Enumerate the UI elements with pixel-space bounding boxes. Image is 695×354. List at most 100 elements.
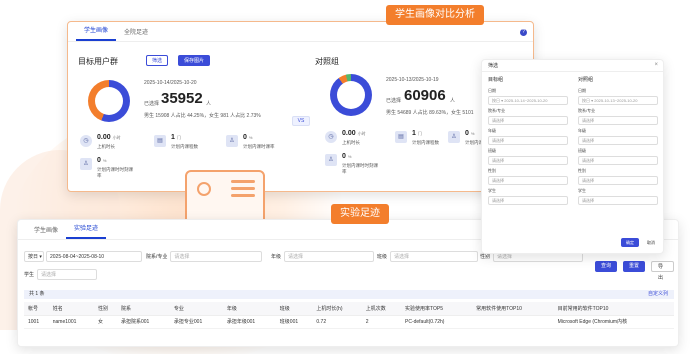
cell-common-software [472,315,554,329]
field-label: 年级 [488,128,496,133]
date-range-input[interactable]: 2025-08-04~2025-08-10 [46,251,142,262]
metric-unit: 门 [417,131,422,136]
footprint-table: 帐号 姓名 性别 院系 专业 年级 班级 上机时长(h) 上机次数 实验使用率T… [24,302,674,329]
metric-unit: % [102,158,107,163]
compare-gender-select[interactable]: 请选择 [578,176,658,185]
col-current-software[interactable]: 目前常用的软件TOP10 [553,302,674,316]
col-name[interactable]: 姓名 [48,302,94,316]
cell-account: 1001 [24,315,49,329]
table-row[interactable]: 1001 name1001 女 承担院系001 承担专业001 承担年级001 … [24,315,674,329]
class-select[interactable]: 请选择 [390,251,479,262]
metric-label: 计划内课程数 [171,144,198,149]
compare-group-title: 对照组 [315,57,339,66]
dialog-compare-title: 对照组 [578,77,594,83]
dept-select[interactable]: 请选择 [170,251,263,262]
target-dept-select[interactable]: 请选择 [488,116,568,125]
close-icon[interactable]: × [654,62,658,68]
metric-value: 0.00 [342,130,356,137]
target-gender-summary: 男生 15908 人占比 44.25%，女生 981 人占比 2.73% [144,113,261,119]
metric-value: 0 [243,134,247,141]
customize-columns-link[interactable]: 自定义列 [648,290,668,299]
metric-label: 计划内课时课率 [243,144,275,149]
user-icon: ♙ [226,135,238,147]
col-sessions[interactable]: 上机次数 [361,302,401,316]
reset-button[interactable]: 重置 [623,261,646,272]
col-class[interactable]: 班级 [275,302,313,316]
profile-tabs: 学生画像 全院足迹 [68,22,533,42]
lines-icon [231,180,255,201]
dialog-confirm-button[interactable]: 确定 [621,238,639,247]
compare-count: 60906 [404,87,446,104]
cell-dept: 承担院系001 [116,315,170,329]
metric-unit: % [470,131,475,136]
tab-campus-footprint[interactable]: 全院足迹 [116,27,156,41]
query-button[interactable]: 查询 [595,261,618,272]
table-header-row: 帐号 姓名 性别 院系 专业 年级 班级 上机时长(h) 上机次数 实验使用率T… [24,302,674,316]
target-class-select[interactable]: 请选择 [488,156,568,165]
cell-sessions: 2 [361,315,401,329]
field-label: 年级 [578,128,586,133]
save-image-button[interactable]: 保存图片 [178,55,211,66]
col-account[interactable]: 帐号 [24,302,49,316]
compare-selected-label: 已选择 [386,98,402,104]
book-icon: ▤ [395,131,407,143]
field-label: 日期 [578,88,586,93]
tab-student-profile[interactable]: 学生画像 [26,225,66,239]
target-date-range: 2025-10-14/2025-10-20 [144,80,197,86]
metric-label: 上机时长 [342,140,360,145]
cell-class: 班级001 [275,315,313,329]
student-select[interactable]: 请选择 [37,269,98,280]
target-gender-select[interactable]: 请选择 [488,176,568,185]
compare-count-unit: 人 [450,98,456,104]
field-label: 性别 [488,168,496,173]
gender-label: 性别 [480,254,491,260]
col-grade[interactable]: 年级 [222,302,276,316]
callout-experiment-footprint: 实验足迹 [331,204,389,224]
student-profile-panel: 学生画像 全院足迹 ? 目标用户群 筛选 保存图片 2025-10-14/202… [67,21,534,192]
target-grade-select[interactable]: 请选择 [488,136,568,145]
dialog-cancel-button[interactable]: 取消 [642,238,660,247]
date-mode-select[interactable]: 按日 ▾ [24,251,44,262]
target-count: 35952 [161,90,203,107]
metric-label: 上机时长 [97,144,115,149]
cell-gender: 女 [94,315,117,329]
field-label: 院系/专业 [578,108,596,113]
field-label: 班级 [578,148,586,153]
tab-experiment-footprint[interactable]: 实验足迹 [66,223,107,239]
target-date-input[interactable]: 按日 ▾ 2025-10-14~2025-10-20 [488,96,568,105]
cell-name: name1001 [48,315,94,329]
col-major[interactable]: 专业 [169,302,223,316]
field-label: 日期 [488,88,496,93]
vs-badge: VS [292,116,310,126]
col-lab-top5[interactable]: 实验使用率TOP5 [401,302,473,316]
field-label: 班级 [488,148,496,153]
dialog-title: 筛选 [482,60,663,72]
tab-student-profile[interactable]: 学生画像 [76,25,117,41]
compare-date-input[interactable]: 按日 ▾ 2025-10-13~2025-10-20 [578,96,658,105]
field-label: 学生 [488,188,496,193]
compare-grade-select[interactable]: 请选择 [578,136,658,145]
col-dept[interactable]: 院系 [116,302,170,316]
target-count-unit: 人 [206,101,212,107]
grade-label: 年级 [271,254,282,260]
compare-dept-select[interactable]: 请选择 [578,116,658,125]
target-student-select[interactable]: 请选择 [488,196,568,205]
metric-unit: 小时 [357,131,366,136]
field-label: 学生 [578,188,586,193]
col-common-software[interactable]: 常用软件使用TOP10 [472,302,554,316]
cell-grade: 承担年级001 [222,315,276,329]
grade-select[interactable]: 请选择 [284,251,375,262]
col-duration[interactable]: 上机时长(h) [312,302,362,316]
metric-unit: % [347,154,352,159]
metric-value: 0 [465,130,469,137]
filter-button[interactable]: 筛选 [146,55,169,66]
col-gender[interactable]: 性别 [94,302,117,316]
compare-student-select[interactable]: 请选择 [578,196,658,205]
export-button[interactable]: 导出 [651,261,674,281]
compare-class-select[interactable]: 请选择 [578,156,658,165]
compare-gender-summary: 男生 54689 人占比 89.63%，女生 5101 [386,110,474,116]
metric-unit: 小时 [112,135,121,140]
cell-current-software: Microsoft Edge (Chromium内核 [553,315,674,329]
metric-value: 0 [342,153,346,160]
help-icon[interactable]: ? [520,29,527,36]
